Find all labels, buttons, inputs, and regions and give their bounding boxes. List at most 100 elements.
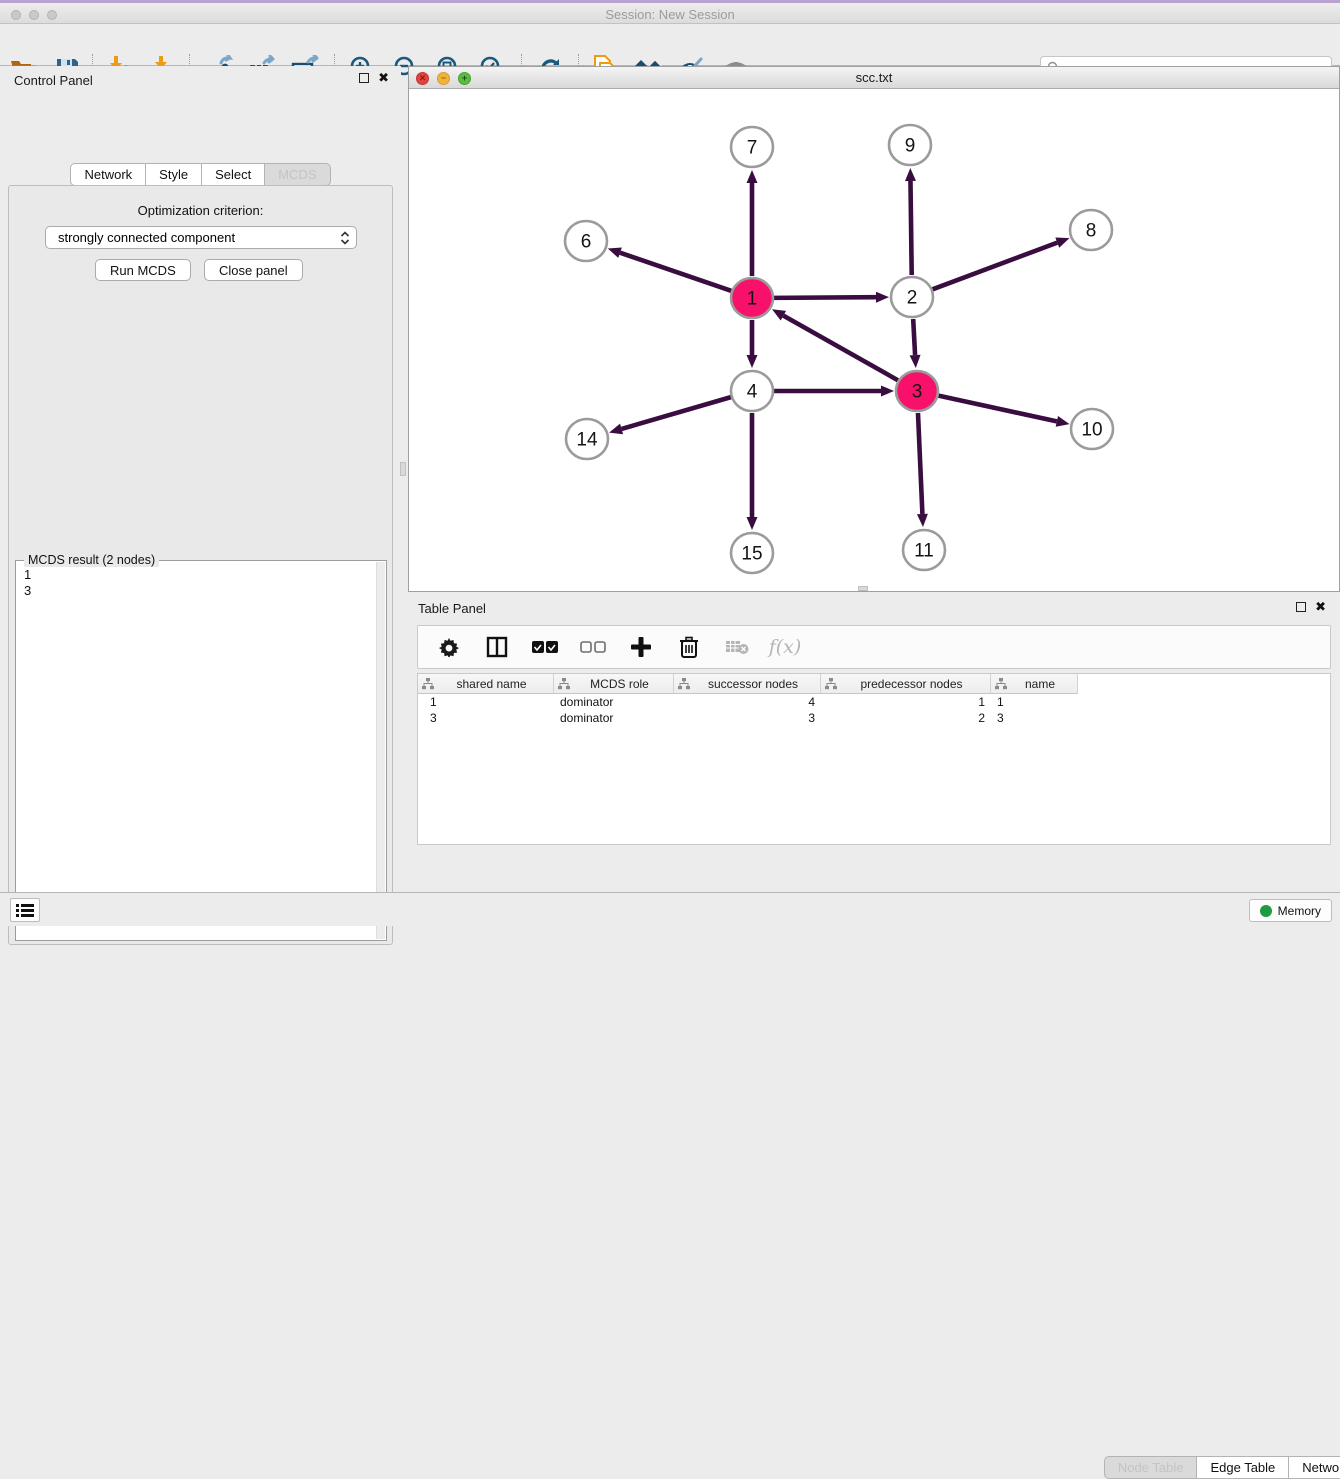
mcds-result-title: MCDS result (2 nodes) xyxy=(24,553,159,567)
delete-table-icon xyxy=(724,634,750,660)
arrowhead-icon xyxy=(1056,416,1070,427)
table-cell[interactable]: 1 xyxy=(821,694,991,710)
table-cell[interactable]: 3 xyxy=(418,710,554,726)
graph-node-9[interactable]: 9 xyxy=(889,125,931,165)
node-label: 10 xyxy=(1081,420,1102,441)
window-title: Session: New Session xyxy=(0,7,1340,22)
node-label: 11 xyxy=(914,541,934,562)
node-table[interactable]: shared nameMCDS rolesuccessor nodesprede… xyxy=(417,673,1331,845)
graph-node-3[interactable]: 3 xyxy=(896,371,938,411)
add-column-icon[interactable] xyxy=(628,634,654,660)
titlebar[interactable]: Session: New Session xyxy=(0,3,1340,24)
close-table-panel-icon[interactable]: ✖ xyxy=(1315,602,1326,612)
edge-3-to-11[interactable] xyxy=(918,413,922,514)
table-cell[interactable]: 2 xyxy=(821,710,991,726)
arrowhead-icon xyxy=(876,292,889,303)
table-cell[interactable]: dominator xyxy=(554,694,674,710)
show-columns-icon[interactable] xyxy=(484,634,510,660)
vertical-splitter-handle[interactable] xyxy=(400,462,406,476)
arrowhead-icon xyxy=(917,514,928,527)
graph-node-14[interactable]: 14 xyxy=(566,419,608,459)
arrowhead-icon xyxy=(910,355,921,368)
graph-node-2[interactable]: 2 xyxy=(891,277,933,317)
edge-1-to-6[interactable] xyxy=(620,253,731,291)
unselect-all-columns-icon[interactable] xyxy=(580,634,606,660)
node-label: 6 xyxy=(581,232,592,253)
table-cell[interactable]: 1 xyxy=(418,694,554,710)
column-header-successor-nodes[interactable]: successor nodes xyxy=(674,674,821,694)
column-header-predecessor-nodes[interactable]: predecessor nodes xyxy=(821,674,991,694)
control-panel: Control Panel ✖ NetworkStyleSelectMCDS O… xyxy=(0,66,401,892)
column-header-shared-name[interactable]: shared name xyxy=(418,674,554,694)
mcds-result-list[interactable]: 13 xyxy=(16,563,39,603)
table-options-icon[interactable] xyxy=(436,634,462,660)
edge-4-to-14[interactable] xyxy=(622,397,731,429)
graph-node-11[interactable]: 11 xyxy=(903,530,945,570)
table-cell[interactable]: 1 xyxy=(991,694,1078,710)
tab-select[interactable]: Select xyxy=(202,163,265,186)
graph-node-4[interactable]: 4 xyxy=(731,371,773,411)
mcds-result-item[interactable]: 3 xyxy=(24,583,31,599)
table-row[interactable]: 3dominator323 xyxy=(418,710,1078,726)
table-panel: Table Panel ✖ xyxy=(408,592,1340,892)
table-cell[interactable]: 4 xyxy=(674,694,821,710)
column-header-MCDS-role[interactable]: MCDS role xyxy=(554,674,674,694)
mcds-result-item[interactable]: 1 xyxy=(24,567,31,583)
table-cell[interactable]: dominator xyxy=(554,710,674,726)
float-panel-icon[interactable] xyxy=(359,73,369,83)
node-label: 2 xyxy=(907,288,918,309)
table-cell[interactable]: 3 xyxy=(991,710,1078,726)
close-panel-icon[interactable]: ✖ xyxy=(378,73,389,83)
table-panel-tabs: Node TableEdge TableNetwork TableMotifs xyxy=(816,1456,1340,1479)
arrowhead-icon xyxy=(747,355,758,368)
network-window-titlebar[interactable]: ✕ − + scc.txt xyxy=(409,67,1339,89)
tab-node-table[interactable]: Node Table xyxy=(1104,1456,1198,1479)
node-label: 7 xyxy=(747,138,758,159)
table-panel-header: Table Panel ✖ xyxy=(408,592,1340,618)
node-label: 15 xyxy=(741,544,762,565)
select-all-columns-icon[interactable] xyxy=(532,634,558,660)
close-panel-button[interactable]: Close panel xyxy=(204,259,303,281)
column-header-name[interactable]: name xyxy=(991,674,1078,694)
graph-node-6[interactable]: 6 xyxy=(565,221,607,261)
task-history-button[interactable] xyxy=(10,898,40,922)
criterion-select[interactable]: strongly connected component xyxy=(45,226,357,249)
memory-button[interactable]: Memory xyxy=(1249,899,1332,922)
tab-mcds[interactable]: MCDS xyxy=(265,163,330,186)
float-table-panel-icon[interactable] xyxy=(1296,602,1306,612)
edge-1-to-2[interactable] xyxy=(774,297,876,298)
tab-style[interactable]: Style xyxy=(146,163,202,186)
arrowhead-icon xyxy=(747,517,758,530)
network-view-window: ✕ − + scc.txt 7 9 6 8 1 2 4 3 14 10 15 11 xyxy=(408,66,1340,592)
table-cell[interactable]: 3 xyxy=(674,710,821,726)
horizontal-splitter-handle[interactable] xyxy=(858,586,868,591)
node-label: 14 xyxy=(576,430,598,451)
status-bar: Memory xyxy=(0,892,1340,926)
tab-network-table[interactable]: Network Table xyxy=(1289,1456,1340,1479)
run-mcds-button[interactable]: Run MCDS xyxy=(95,259,191,281)
graph-node-15[interactable]: 15 xyxy=(731,533,773,573)
graph-node-8[interactable]: 8 xyxy=(1070,210,1112,250)
arrowhead-icon xyxy=(905,168,916,181)
table-row[interactable]: 1dominator411 xyxy=(418,694,1078,710)
attribute-type-icon xyxy=(422,678,434,690)
node-label: 9 xyxy=(905,136,916,157)
graph-node-7[interactable]: 7 xyxy=(731,127,773,167)
edge-3-to-1[interactable] xyxy=(783,316,897,381)
edge-2-to-9[interactable] xyxy=(910,181,911,275)
criterion-value: strongly connected component xyxy=(58,230,340,245)
optimization-criterion-label: Optimization criterion: xyxy=(9,203,392,218)
delete-columns-icon[interactable] xyxy=(676,634,702,660)
attribute-type-icon xyxy=(995,678,1007,690)
network-canvas[interactable]: 7 9 6 8 1 2 4 3 14 10 15 11 xyxy=(409,89,1339,591)
tab-network[interactable]: Network xyxy=(70,163,146,186)
result-scrollbar[interactable] xyxy=(376,562,385,939)
edge-2-to-3[interactable] xyxy=(913,319,915,355)
node-label: 8 xyxy=(1086,221,1097,242)
edge-3-to-10[interactable] xyxy=(938,396,1056,422)
graph-node-1[interactable]: 1 xyxy=(731,278,773,318)
tab-edge-table[interactable]: Edge Table xyxy=(1197,1456,1289,1479)
edge-2-to-8[interactable] xyxy=(933,243,1058,290)
control-panel-title: Control Panel xyxy=(14,73,93,88)
graph-node-10[interactable]: 10 xyxy=(1071,409,1113,449)
